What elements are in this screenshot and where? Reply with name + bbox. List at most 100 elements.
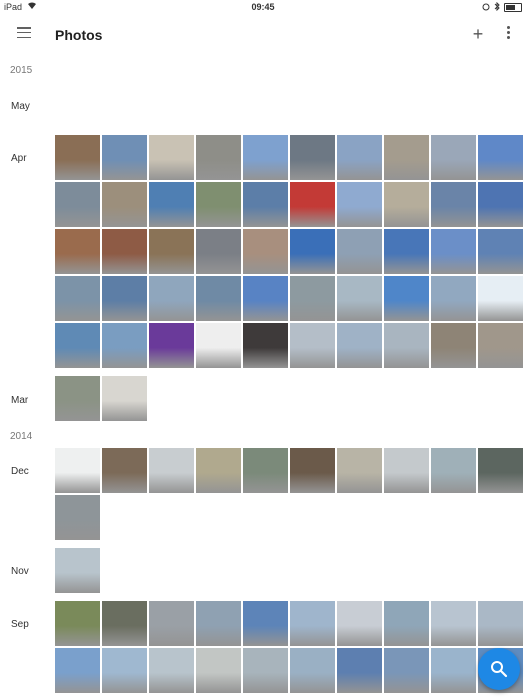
photo-thumbnail[interactable] bbox=[478, 601, 523, 646]
photo-thumbnail[interactable] bbox=[243, 323, 288, 368]
photo-thumbnail[interactable] bbox=[384, 601, 429, 646]
photo-thumbnail[interactable] bbox=[431, 276, 476, 321]
photo-thumbnail[interactable] bbox=[337, 182, 382, 227]
photo-thumbnail[interactable] bbox=[290, 448, 335, 493]
photo-thumbnail[interactable] bbox=[243, 448, 288, 493]
photo-thumbnail[interactable] bbox=[243, 648, 288, 693]
photo-thumbnail[interactable] bbox=[102, 448, 147, 493]
photo-thumbnail[interactable] bbox=[290, 229, 335, 274]
month-sep-label: Sep bbox=[11, 619, 29, 630]
photo-thumbnail[interactable] bbox=[243, 276, 288, 321]
photo-thumbnail[interactable] bbox=[337, 135, 382, 180]
photo-thumbnail[interactable] bbox=[55, 495, 100, 540]
photo-thumbnail[interactable] bbox=[55, 135, 100, 180]
photo-thumbnail[interactable] bbox=[196, 601, 241, 646]
photo-thumbnail[interactable] bbox=[384, 229, 429, 274]
photo-thumbnail[interactable] bbox=[431, 601, 476, 646]
photo-thumbnail[interactable] bbox=[290, 276, 335, 321]
photo-thumbnail[interactable] bbox=[243, 135, 288, 180]
photo-thumbnail[interactable] bbox=[384, 448, 429, 493]
photo-grid-dec bbox=[55, 448, 526, 540]
photo-thumbnail[interactable] bbox=[478, 135, 523, 180]
photo-thumbnail[interactable] bbox=[196, 648, 241, 693]
photo-grid-apr bbox=[55, 135, 526, 368]
photo-thumbnail[interactable] bbox=[102, 135, 147, 180]
add-icon[interactable]: + bbox=[470, 24, 486, 44]
photo-thumbnail[interactable] bbox=[149, 229, 194, 274]
photo-thumbnail[interactable] bbox=[290, 323, 335, 368]
photo-thumbnail[interactable] bbox=[196, 182, 241, 227]
status-right bbox=[482, 1, 522, 13]
photo-thumbnail[interactable] bbox=[196, 229, 241, 274]
photo-thumbnail[interactable] bbox=[478, 276, 523, 321]
status-time: 09:45 bbox=[251, 2, 275, 12]
month-nov-label: Nov bbox=[11, 566, 29, 577]
photo-thumbnail[interactable] bbox=[149, 135, 194, 180]
photo-thumbnail[interactable] bbox=[337, 448, 382, 493]
photo-thumbnail[interactable] bbox=[384, 182, 429, 227]
photo-thumbnail[interactable] bbox=[102, 182, 147, 227]
photo-thumbnail[interactable] bbox=[384, 276, 429, 321]
photo-thumbnail[interactable] bbox=[55, 601, 100, 646]
photo-thumbnail[interactable] bbox=[102, 601, 147, 646]
photo-thumbnail[interactable] bbox=[384, 648, 429, 693]
year-2014-label: 2014 bbox=[10, 431, 33, 442]
photo-thumbnail[interactable] bbox=[431, 229, 476, 274]
photo-thumbnail[interactable] bbox=[431, 648, 476, 693]
menu-icon[interactable] bbox=[17, 27, 31, 39]
photo-thumbnail[interactable] bbox=[149, 601, 194, 646]
photo-thumbnail[interactable] bbox=[478, 323, 523, 368]
photo-thumbnail[interactable] bbox=[478, 448, 523, 493]
photo-thumbnail[interactable] bbox=[290, 601, 335, 646]
photo-thumbnail[interactable] bbox=[55, 376, 100, 421]
photo-thumbnail[interactable] bbox=[55, 648, 100, 693]
photo-thumbnail[interactable] bbox=[196, 323, 241, 368]
photo-thumbnail[interactable] bbox=[55, 323, 100, 368]
photo-thumbnail[interactable] bbox=[384, 135, 429, 180]
photo-thumbnail[interactable] bbox=[149, 276, 194, 321]
photo-thumbnail[interactable] bbox=[196, 448, 241, 493]
more-vert-icon[interactable] bbox=[503, 26, 513, 42]
photo-thumbnail[interactable] bbox=[149, 182, 194, 227]
photo-thumbnail[interactable] bbox=[431, 135, 476, 180]
photo-thumbnail[interactable] bbox=[384, 323, 429, 368]
photo-thumbnail[interactable] bbox=[102, 648, 147, 693]
photo-thumbnail[interactable] bbox=[337, 276, 382, 321]
photo-thumbnail[interactable] bbox=[55, 229, 100, 274]
photo-thumbnail[interactable] bbox=[431, 323, 476, 368]
photo-thumbnail[interactable] bbox=[149, 323, 194, 368]
orientation-lock-icon bbox=[482, 3, 490, 13]
photo-thumbnail[interactable] bbox=[102, 376, 147, 421]
photo-thumbnail[interactable] bbox=[55, 182, 100, 227]
photo-thumbnail[interactable] bbox=[149, 648, 194, 693]
photo-thumbnail[interactable] bbox=[431, 448, 476, 493]
photo-thumbnail[interactable] bbox=[337, 323, 382, 368]
photo-thumbnail[interactable] bbox=[55, 448, 100, 493]
photo-thumbnail[interactable] bbox=[102, 229, 147, 274]
photo-thumbnail[interactable] bbox=[243, 229, 288, 274]
photo-thumbnail[interactable] bbox=[290, 135, 335, 180]
status-bar: iPad 09:45 bbox=[0, 0, 526, 14]
photo-thumbnail[interactable] bbox=[196, 135, 241, 180]
photo-thumbnail[interactable] bbox=[290, 182, 335, 227]
photo-thumbnail[interactable] bbox=[196, 276, 241, 321]
photo-grid-sep bbox=[55, 601, 526, 693]
photo-thumbnail[interactable] bbox=[243, 601, 288, 646]
photo-thumbnail[interactable] bbox=[337, 648, 382, 693]
month-mar-label: Mar bbox=[11, 395, 29, 406]
photo-thumbnail[interactable] bbox=[102, 323, 147, 368]
photo-thumbnail[interactable] bbox=[55, 276, 100, 321]
photo-thumbnail[interactable] bbox=[290, 648, 335, 693]
photo-thumbnail[interactable] bbox=[478, 182, 523, 227]
photo-thumbnail[interactable] bbox=[102, 276, 147, 321]
search-button[interactable] bbox=[478, 648, 520, 690]
photo-thumbnail[interactable] bbox=[337, 601, 382, 646]
photo-thumbnail[interactable] bbox=[149, 448, 194, 493]
photo-thumbnail[interactable] bbox=[243, 182, 288, 227]
photo-thumbnail[interactable] bbox=[431, 182, 476, 227]
photo-thumbnail[interactable] bbox=[478, 229, 523, 274]
photo-grid-mar bbox=[55, 376, 526, 421]
photo-thumbnail[interactable] bbox=[337, 229, 382, 274]
photo-thumbnail[interactable] bbox=[55, 548, 100, 593]
battery-icon bbox=[504, 3, 522, 12]
